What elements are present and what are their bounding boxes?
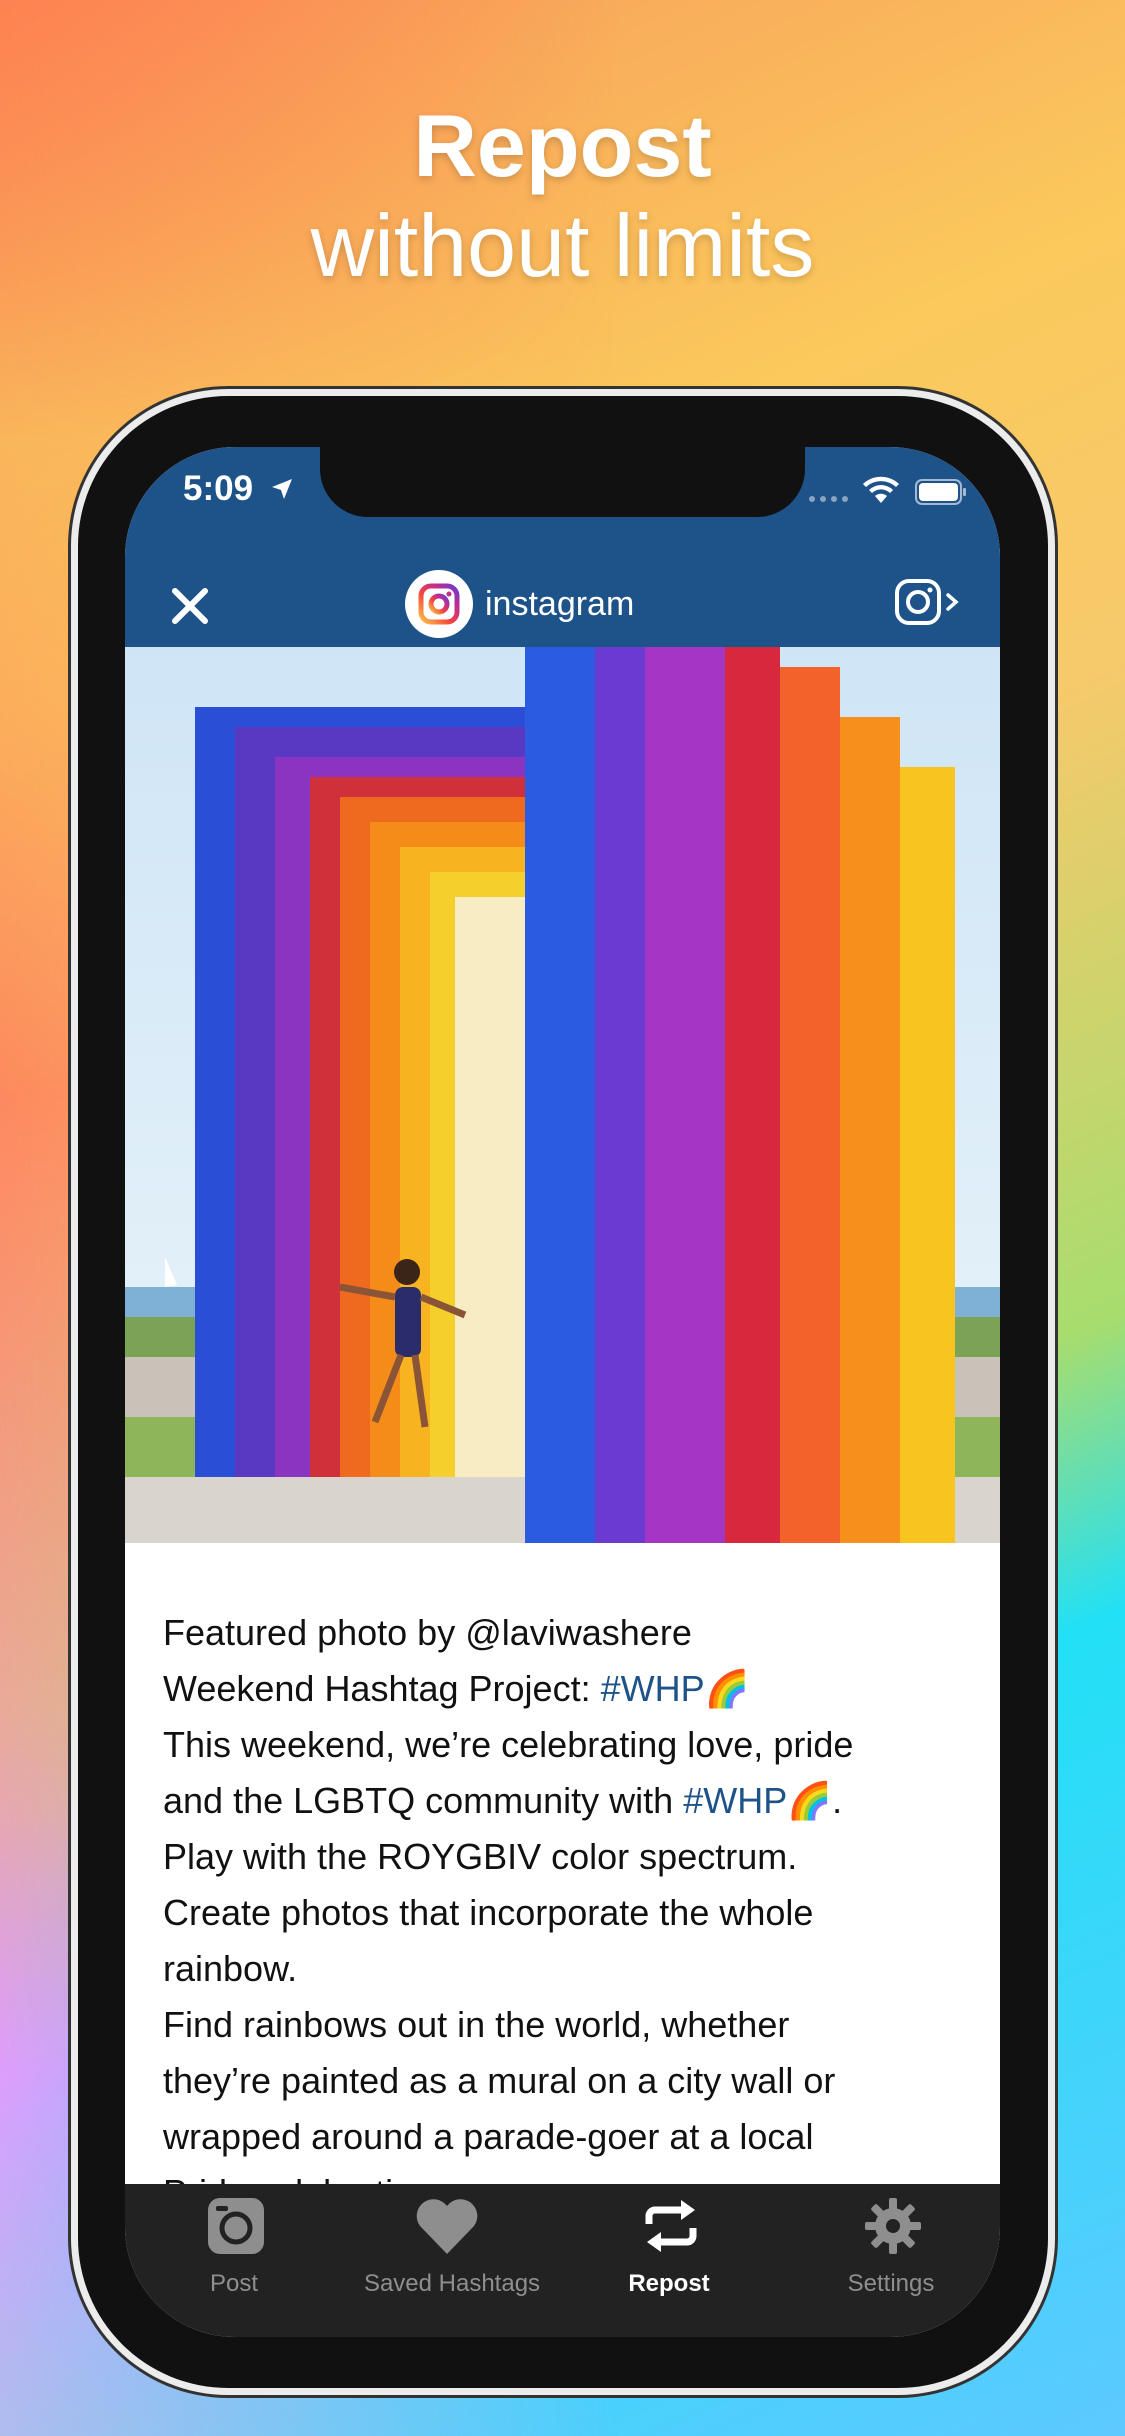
camera-icon [208, 2198, 264, 2254]
wifi-icon [863, 476, 899, 503]
tab-label: Post [209, 2270, 259, 2297]
bottom-tab-bar: Post Saved Hashtags Repost Settings [125, 2184, 1000, 2337]
tab-label: Saved Hashtags [363, 2270, 541, 2297]
status-time: 5:09 [183, 469, 254, 508]
location-arrow-icon [272, 479, 292, 499]
caption-line: rainbow. [163, 1948, 298, 1989]
tab-post[interactable]: Post [134, 2184, 334, 2304]
instagram-logo-icon [418, 583, 460, 625]
caption-line: Weekend Hashtag Project: #WHP🌈 [163, 1661, 963, 1717]
caption-line: Create photos that incorporate the whole [163, 1892, 814, 1933]
gear-icon [865, 2198, 921, 2254]
caption-text: and the LGBTQ community with [163, 1780, 684, 1821]
rainbow-emoji-icon: 🌈 [787, 1780, 833, 1821]
tab-label: Settings [847, 2270, 935, 2297]
headline-line-2: without limits [310, 196, 815, 295]
headline-line-1: Repost [413, 96, 712, 195]
phone-screen: 5:09 instagram Featured photo by @laviwa… [125, 447, 1000, 2337]
post-photo [125, 647, 1000, 1543]
rainbow-emoji-icon: 🌈 [704, 1668, 750, 1709]
caption-line: wrapped around a parade-goer at a local [163, 2116, 814, 2157]
top-navbar: instagram [125, 557, 1000, 655]
caption-line: Featured photo by @laviwashere [163, 1612, 692, 1653]
tab-saved-hashtags[interactable]: Saved Hashtags [352, 2184, 552, 2304]
tab-repost[interactable]: Repost [569, 2184, 769, 2304]
caption-line: Find rainbows out in the world, whether [163, 2004, 790, 2045]
hashtag-link[interactable]: #WHP [683, 1780, 787, 1821]
tab-settings[interactable]: Settings [791, 2184, 991, 2304]
repost-icon [645, 2200, 697, 2252]
caption-line: they’re painted as a mural on a city wal… [163, 2060, 836, 2101]
caption-line: and the LGBTQ community with #WHP🌈. [163, 1773, 963, 1829]
open-in-instagram-icon[interactable] [893, 577, 963, 631]
battery-icon [915, 479, 966, 505]
tab-label: Repost [628, 2270, 710, 2297]
phone-notch [320, 447, 805, 517]
signal-dots-icon [809, 496, 848, 502]
instagram-avatar [407, 572, 471, 636]
caption-text: . [832, 1780, 843, 1821]
promo-headline: Repost without limits [0, 96, 1125, 296]
post-caption: Featured photo by @laviwashere Weekend H… [163, 1605, 963, 2221]
caption-line: Play with the ROYGBIV color spectrum. [163, 1836, 798, 1877]
heart-icon [416, 2199, 478, 2254]
account-name[interactable]: instagram [485, 585, 634, 624]
hashtag-link[interactable]: #WHP [601, 1668, 705, 1709]
caption-text: Weekend Hashtag Project: [163, 1668, 601, 1709]
caption-line: This weekend, we’re celebrating love, pr… [163, 1724, 854, 1765]
close-icon[interactable] [165, 581, 215, 631]
